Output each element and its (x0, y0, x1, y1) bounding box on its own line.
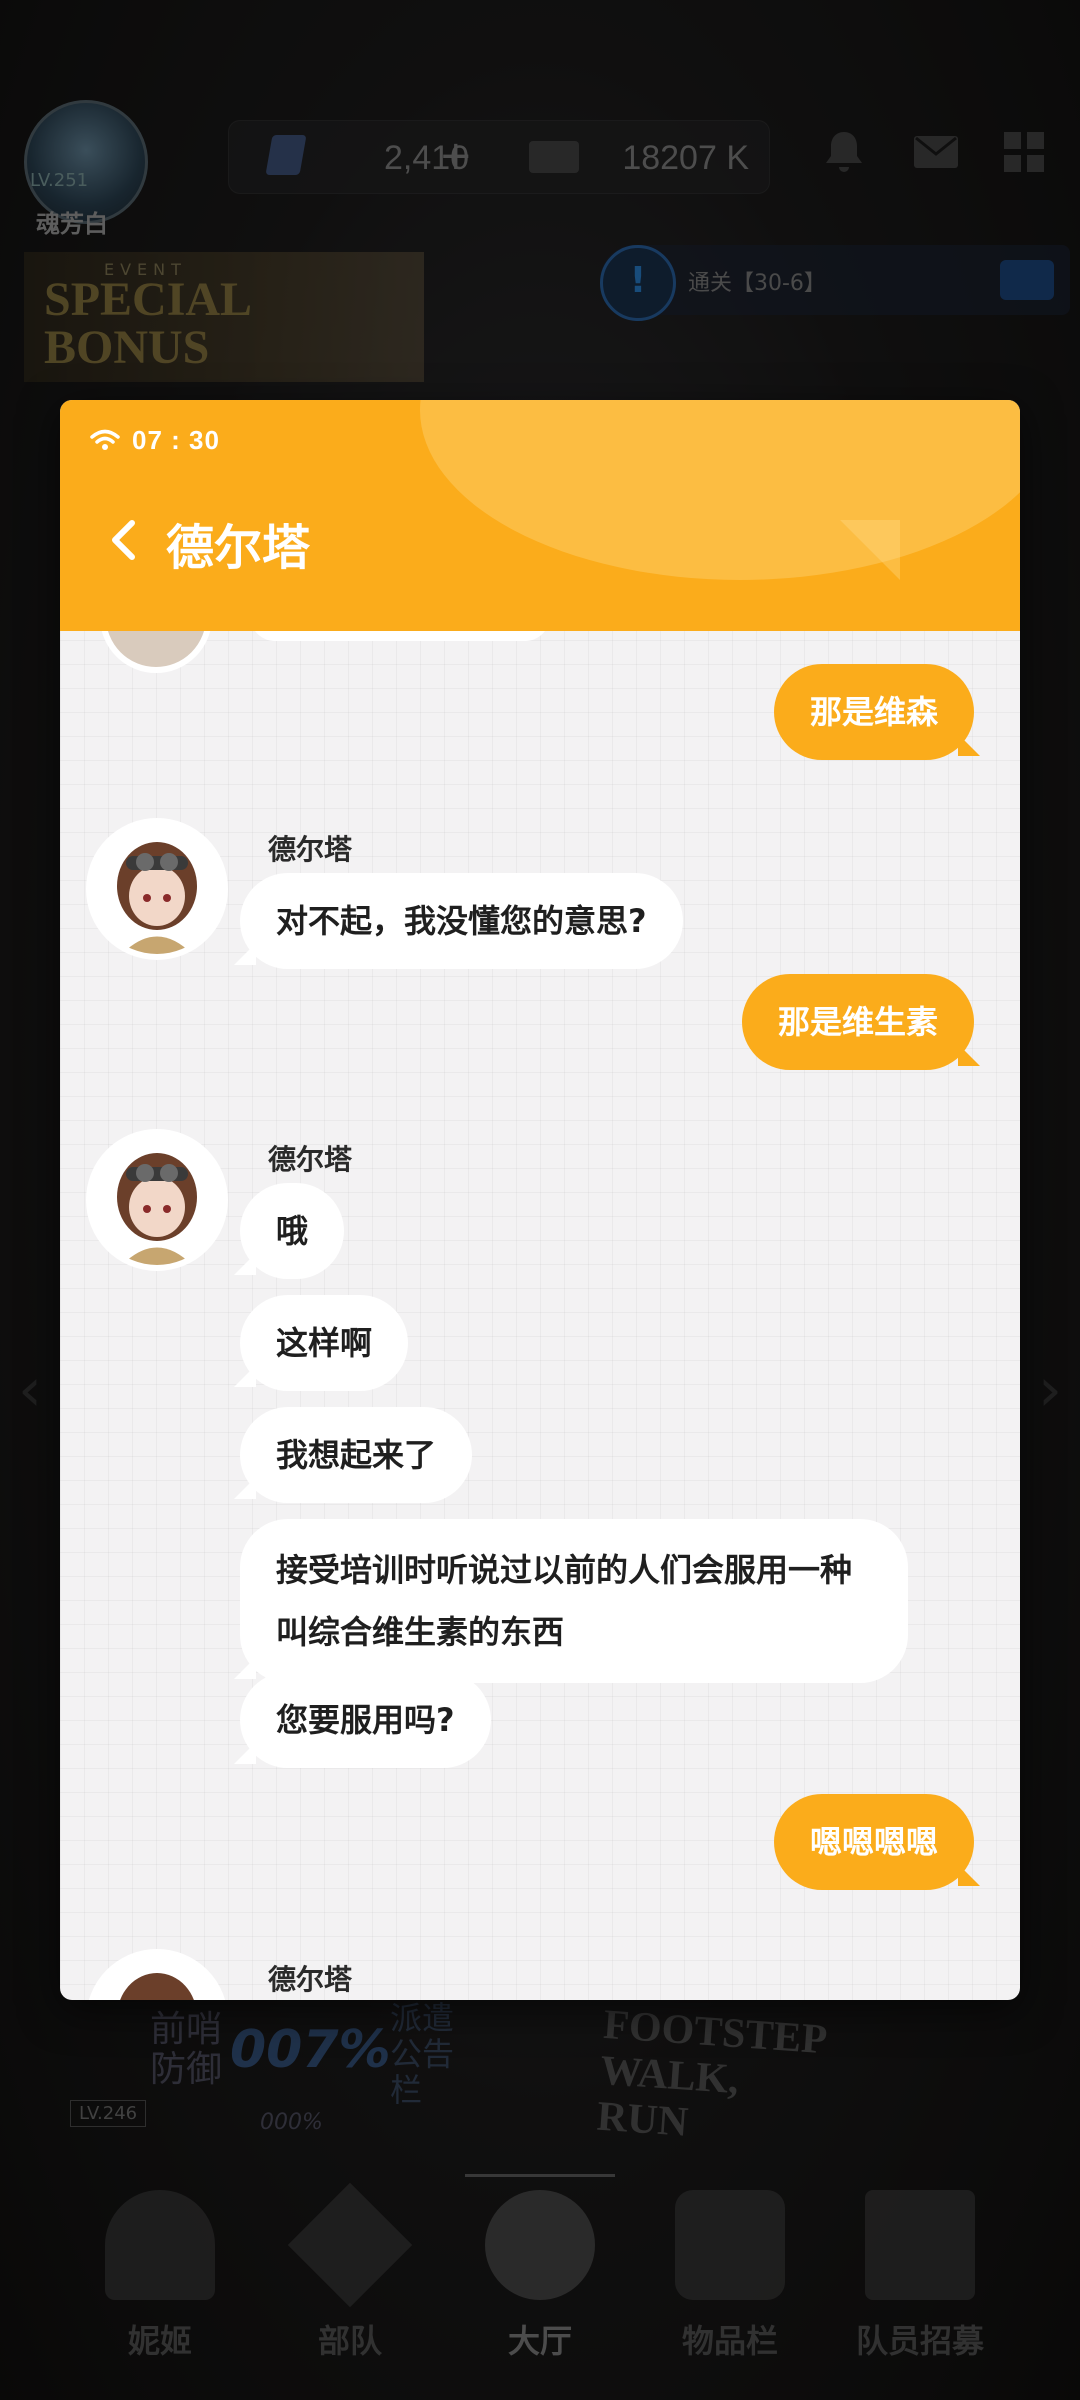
message-bubble-sent: 嗯嗯嗯嗯 (773, 1794, 974, 1890)
chat-title: 德尔塔 (166, 520, 311, 576)
wifi-icon (90, 429, 120, 450)
message-bubble-received: 这样啊 (240, 1295, 409, 1391)
avatar (86, 818, 228, 960)
message-bubble-received: 哦 (240, 1183, 345, 1279)
sender-name: 德尔塔 (268, 833, 353, 866)
avatar (86, 1129, 228, 1271)
message-bubble-received: 我想起来了 (240, 1407, 473, 1503)
sender-name: 德尔塔 (268, 1143, 353, 1176)
message-bubble-sent: 那是维森 (773, 664, 974, 760)
header-decoration-tail (840, 520, 900, 580)
message-list[interactable]: 那是维森 德尔塔 对不起，我没懂您的意思? 那是维生素 德尔塔 哦 这样啊 我想… (60, 631, 1020, 2000)
message-bubble-sent: 那是维生素 (741, 974, 974, 1070)
chat-window: 07 : 30 德尔塔 那是维森 德尔塔 对不起，我没懂您的意思? 那是维生素 … (60, 400, 1020, 2000)
message-bubble-received: 接受培训时听说过以前的人们会服用一种叫综合维生素的东西 (240, 1519, 908, 1683)
status-time: 07 : 30 (132, 424, 220, 455)
header-decoration (420, 400, 1020, 580)
avatar (100, 631, 212, 673)
status-bar: 07 : 30 (90, 420, 220, 460)
sender-name: 德尔塔 (268, 1963, 353, 1996)
chat-header: 07 : 30 德尔塔 (60, 400, 1020, 631)
back-arrow-icon[interactable] (100, 515, 150, 565)
message-bubble-partial (250, 631, 550, 641)
message-bubble-received: 对不起，我没懂您的意思? (240, 873, 683, 969)
message-bubble-received: 您要服用吗? (240, 1672, 491, 1768)
avatar (86, 1949, 228, 2000)
